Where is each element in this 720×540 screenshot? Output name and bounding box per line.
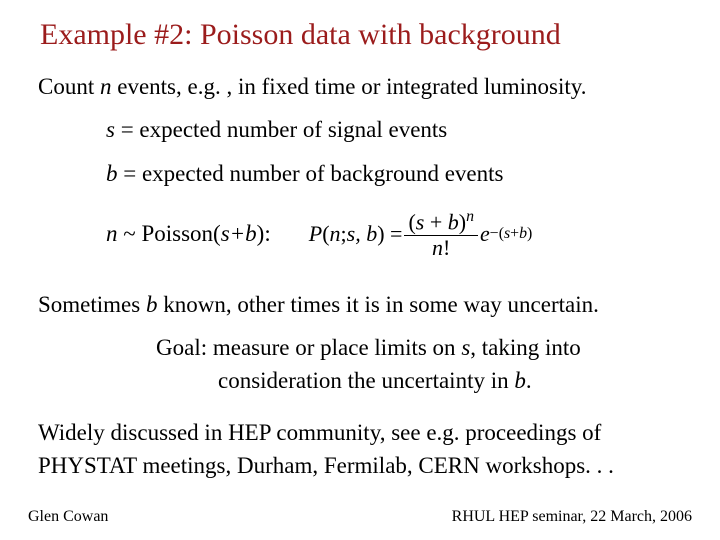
text: consideration the uncertainty in	[218, 368, 514, 393]
footer-author: Glen Cowan	[28, 508, 108, 526]
text: ):	[257, 221, 271, 246]
arg: s+b	[221, 221, 257, 246]
f-sb: s, b	[347, 221, 378, 247]
var-n: n	[100, 74, 112, 99]
exp-rp: )	[527, 225, 532, 242]
var-b: b	[514, 368, 526, 393]
num-plus: +	[424, 209, 447, 234]
goal-line-1: Goal: measure or place limits on s, taki…	[156, 331, 682, 364]
footer: Glen Cowan RHUL HEP seminar, 22 March, 2…	[28, 508, 692, 526]
text: ~ Poisson(	[118, 221, 221, 246]
goal-line-2: consideration the uncertainty in b.	[218, 364, 682, 397]
exp-b: b	[519, 225, 527, 242]
var-b: b	[106, 161, 118, 186]
count-line: Count n events, e.g. , in fixed time or …	[38, 70, 682, 103]
num-lp: (	[408, 209, 415, 234]
goal-label: Goal:	[156, 335, 213, 360]
var-n: n	[106, 221, 118, 246]
f-lp: (	[322, 221, 329, 247]
footer-venue: RHUL HEP seminar, 22 March, 2006	[452, 508, 692, 526]
f-n: n	[330, 221, 341, 247]
widely-line-1: Widely discussed in HEP community, see e…	[38, 416, 682, 449]
distribution-row: n ~ Poisson(s+b): P(n; s, b) = (s + b)n …	[38, 208, 682, 260]
text: Count	[38, 74, 100, 99]
text: events, e.g. , in fixed time or integrat…	[111, 74, 586, 99]
fraction: (s + b)n n!	[404, 208, 478, 260]
s-definition: s = expected number of signal events	[106, 113, 682, 146]
slide: Example #2: Poisson data with background…	[0, 0, 720, 540]
var-s: s	[106, 117, 115, 142]
b-definition: b = expected number of background events	[106, 157, 682, 190]
poisson-formula: P(n; s, b) = (s + b)n n! e−(s+b)	[309, 208, 533, 260]
exp-lp: −(	[490, 225, 504, 242]
var-b: b	[146, 292, 158, 317]
den-n: n	[432, 235, 443, 260]
var-s: s	[461, 335, 470, 360]
text: measure or place limits on	[213, 335, 461, 360]
distribution-text: n ~ Poisson(s+b):	[106, 221, 271, 247]
slide-title: Example #2: Poisson data with background	[40, 18, 682, 52]
text: = expected number of signal events	[115, 117, 447, 142]
num-rp: )	[459, 209, 466, 234]
den-fact: !	[443, 235, 450, 260]
f-P: P	[309, 221, 322, 247]
num-exp-n: n	[466, 208, 474, 225]
text: , taking into	[470, 335, 581, 360]
text: = expected number of background events	[118, 161, 504, 186]
exp-e: e	[480, 221, 490, 247]
f-eq: ) =	[377, 221, 402, 247]
text: .	[526, 368, 532, 393]
text: Sometimes	[38, 292, 146, 317]
text: known, other times it is in some way unc…	[157, 292, 598, 317]
widely-line-2: PHYSTAT meetings, Durham, Fermilab, CERN…	[38, 449, 682, 482]
exp-plus: +	[510, 225, 519, 242]
sometimes-line: Sometimes b known, other times it is in …	[38, 288, 682, 321]
num-b: b	[448, 209, 459, 234]
